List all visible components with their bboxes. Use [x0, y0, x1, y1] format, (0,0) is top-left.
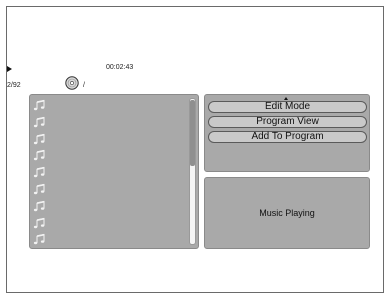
- add-to-program-button[interactable]: Add To Program: [208, 131, 367, 143]
- scroll-thumb[interactable]: [190, 100, 195, 166]
- status-panel: Music Playing: [204, 177, 370, 249]
- status-text: Music Playing: [259, 208, 315, 218]
- file-list[interactable]: [29, 94, 199, 249]
- playback-time: 00:02:43: [106, 64, 134, 71]
- music-note-icon[interactable]: [33, 217, 45, 229]
- track-count: 2/92: [7, 82, 21, 89]
- disc-icon: [65, 76, 79, 90]
- music-note-icon[interactable]: [33, 233, 45, 245]
- music-note-icon[interactable]: [33, 149, 45, 161]
- music-note-icon[interactable]: [33, 166, 45, 178]
- file-list-scrollbar[interactable]: [189, 98, 196, 245]
- current-path: /: [83, 82, 85, 89]
- menu-panel: Edit Mode Program View Add To Program: [204, 94, 370, 172]
- program-view-button[interactable]: Program View: [208, 116, 367, 128]
- music-note-icon[interactable]: [33, 116, 45, 128]
- music-note-icon[interactable]: [33, 200, 45, 212]
- music-note-icon[interactable]: [33, 183, 45, 195]
- music-note-icon[interactable]: [33, 99, 45, 111]
- player-screen: 00:02:43 2/92 / Edit Mode Program View A…: [6, 6, 384, 293]
- music-note-icon[interactable]: [33, 133, 45, 145]
- play-icon: [7, 66, 12, 72]
- up-arrow-icon: [284, 97, 288, 100]
- edit-mode-button[interactable]: Edit Mode: [208, 101, 367, 113]
